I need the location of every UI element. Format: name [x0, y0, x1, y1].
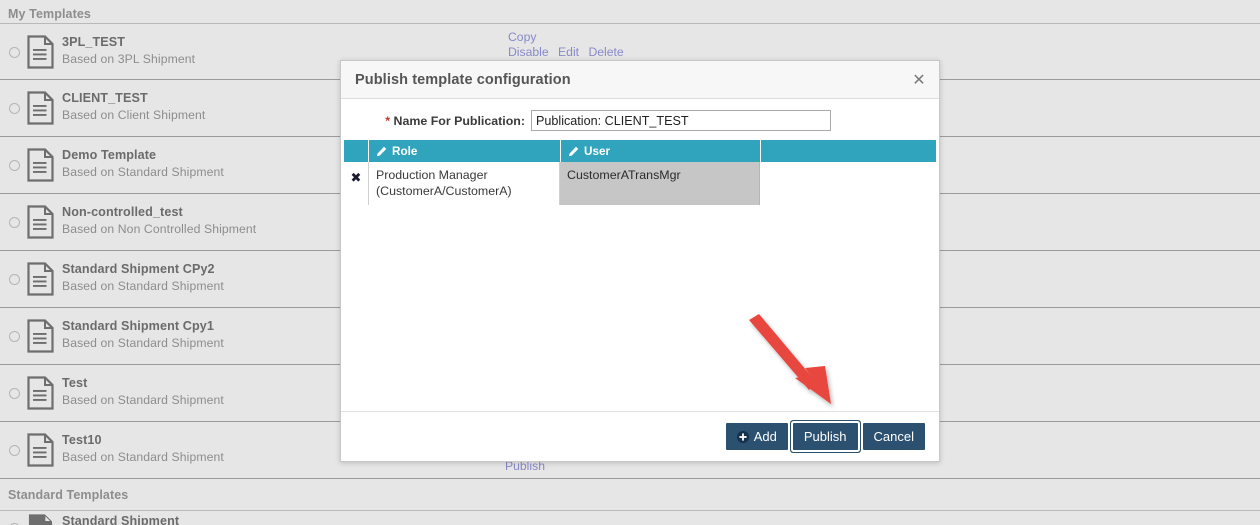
name-for-publication-label: * Name For Publication: — [341, 114, 531, 128]
role-name: Production Manager — [376, 168, 488, 182]
row-actions-copy[interactable]: Copy — [508, 30, 536, 45]
role-user-grid: Role User ✖ Production Manager (Customer… — [344, 140, 936, 205]
standard-template-name: Standard Shipment — [62, 514, 180, 525]
grid-header-user[interactable]: User — [560, 140, 760, 162]
template-radio[interactable] — [9, 274, 20, 285]
publish-button-label: Publish — [803, 429, 847, 444]
user-name: CustomerATransMgr — [567, 168, 681, 182]
name-label-text: Name For Publication: — [393, 113, 526, 128]
template-name: 3PL_TEST — [62, 35, 126, 49]
template-name: Test10 — [62, 433, 102, 447]
document-icon — [27, 433, 54, 467]
cell-user[interactable]: CustomerATransMgr — [560, 162, 760, 205]
row-actions-group: Disable Edit Delete — [508, 45, 624, 60]
standard-template-row[interactable]: Standard Shipment — [0, 510, 1260, 525]
standard-templates-heading: Standard Templates — [8, 488, 129, 502]
template-radio[interactable] — [9, 331, 20, 342]
edit-link[interactable]: Edit — [558, 45, 579, 59]
template-name: Test — [62, 376, 88, 390]
dialog-title: Publish template configuration — [355, 71, 571, 88]
template-radio[interactable] — [9, 217, 20, 228]
add-button[interactable]: Add — [725, 423, 788, 450]
template-radio[interactable] — [9, 445, 20, 456]
template-name: Standard Shipment Cpy1 — [62, 319, 214, 333]
document-icon — [27, 91, 54, 125]
template-name: Standard Shipment CPy2 — [62, 262, 215, 276]
dialog-footer: Add Publish Cancel — [341, 411, 939, 461]
cell-filler — [760, 162, 936, 205]
template-name: CLIENT_TEST — [62, 91, 148, 105]
dialog-body: * Name For Publication: Publication: CLI… — [341, 99, 939, 411]
name-for-publication-input[interactable] — [531, 110, 831, 131]
document-icon — [27, 376, 54, 410]
document-icon — [27, 205, 54, 239]
grid-header-row: Role User — [344, 140, 936, 162]
publish-template-dialog: Publish template configuration ✕ * Name … — [340, 60, 940, 462]
grid-header-role[interactable]: Role — [368, 140, 560, 162]
pencil-icon — [568, 146, 579, 157]
required-marker: * — [385, 113, 391, 128]
template-radio[interactable] — [9, 103, 20, 114]
document-icon — [27, 148, 54, 182]
template-subtitle: Based on Standard Shipment — [62, 279, 224, 293]
document-icon — [27, 319, 54, 353]
cancel-button[interactable]: Cancel — [862, 423, 925, 450]
name-for-publication-row: * Name For Publication: — [341, 99, 939, 140]
template-subtitle: Based on Standard Shipment — [62, 450, 224, 464]
template-radio[interactable] — [9, 388, 20, 399]
pencil-icon — [376, 146, 387, 157]
template-subtitle: Based on Standard Shipment — [62, 336, 224, 350]
publish-button[interactable]: Publish — [792, 423, 858, 450]
x-icon[interactable]: ✖ — [344, 162, 368, 205]
template-subtitle: Based on Non Controlled Shipment — [62, 222, 257, 236]
template-radio[interactable] — [9, 47, 20, 58]
add-button-label: Add — [753, 429, 777, 444]
template-radio[interactable] — [9, 160, 20, 171]
document-icon — [27, 35, 54, 69]
grid-header-filler — [760, 140, 936, 162]
circle-plus-icon — [736, 430, 749, 443]
dialog-titlebar: Publish template configuration ✕ — [341, 61, 939, 99]
app-root: My Templates 3PL_TEST Based on 3PL Shipme… — [0, 0, 1260, 525]
my-templates-heading: My Templates — [8, 7, 91, 21]
template-subtitle: Based on Standard Shipment — [62, 165, 224, 179]
delete-link[interactable]: Delete — [588, 45, 623, 59]
grid-header-actions — [344, 140, 368, 162]
grid-header-user-label: User — [584, 144, 610, 158]
role-detail: (CustomerA/CustomerA) — [376, 184, 512, 198]
close-icon[interactable]: ✕ — [905, 67, 933, 93]
cell-role[interactable]: Production Manager (CustomerA/CustomerA) — [368, 162, 560, 205]
document-icon — [27, 262, 54, 296]
template-subtitle: Based on Standard Shipment — [62, 393, 224, 407]
copy-link[interactable]: Copy — [508, 30, 536, 44]
document-icon — [28, 514, 53, 525]
cancel-button-label: Cancel — [873, 429, 914, 444]
disable-link[interactable]: Disable — [508, 45, 549, 59]
grid-header-role-label: Role — [392, 144, 418, 158]
table-row: ✖ Production Manager (CustomerA/Customer… — [344, 162, 936, 205]
template-subtitle: Based on 3PL Shipment — [62, 52, 196, 66]
template-name: Non-controlled_test — [62, 205, 183, 219]
template-subtitle: Based on Client Shipment — [62, 108, 206, 122]
template-name: Demo Template — [62, 148, 157, 162]
